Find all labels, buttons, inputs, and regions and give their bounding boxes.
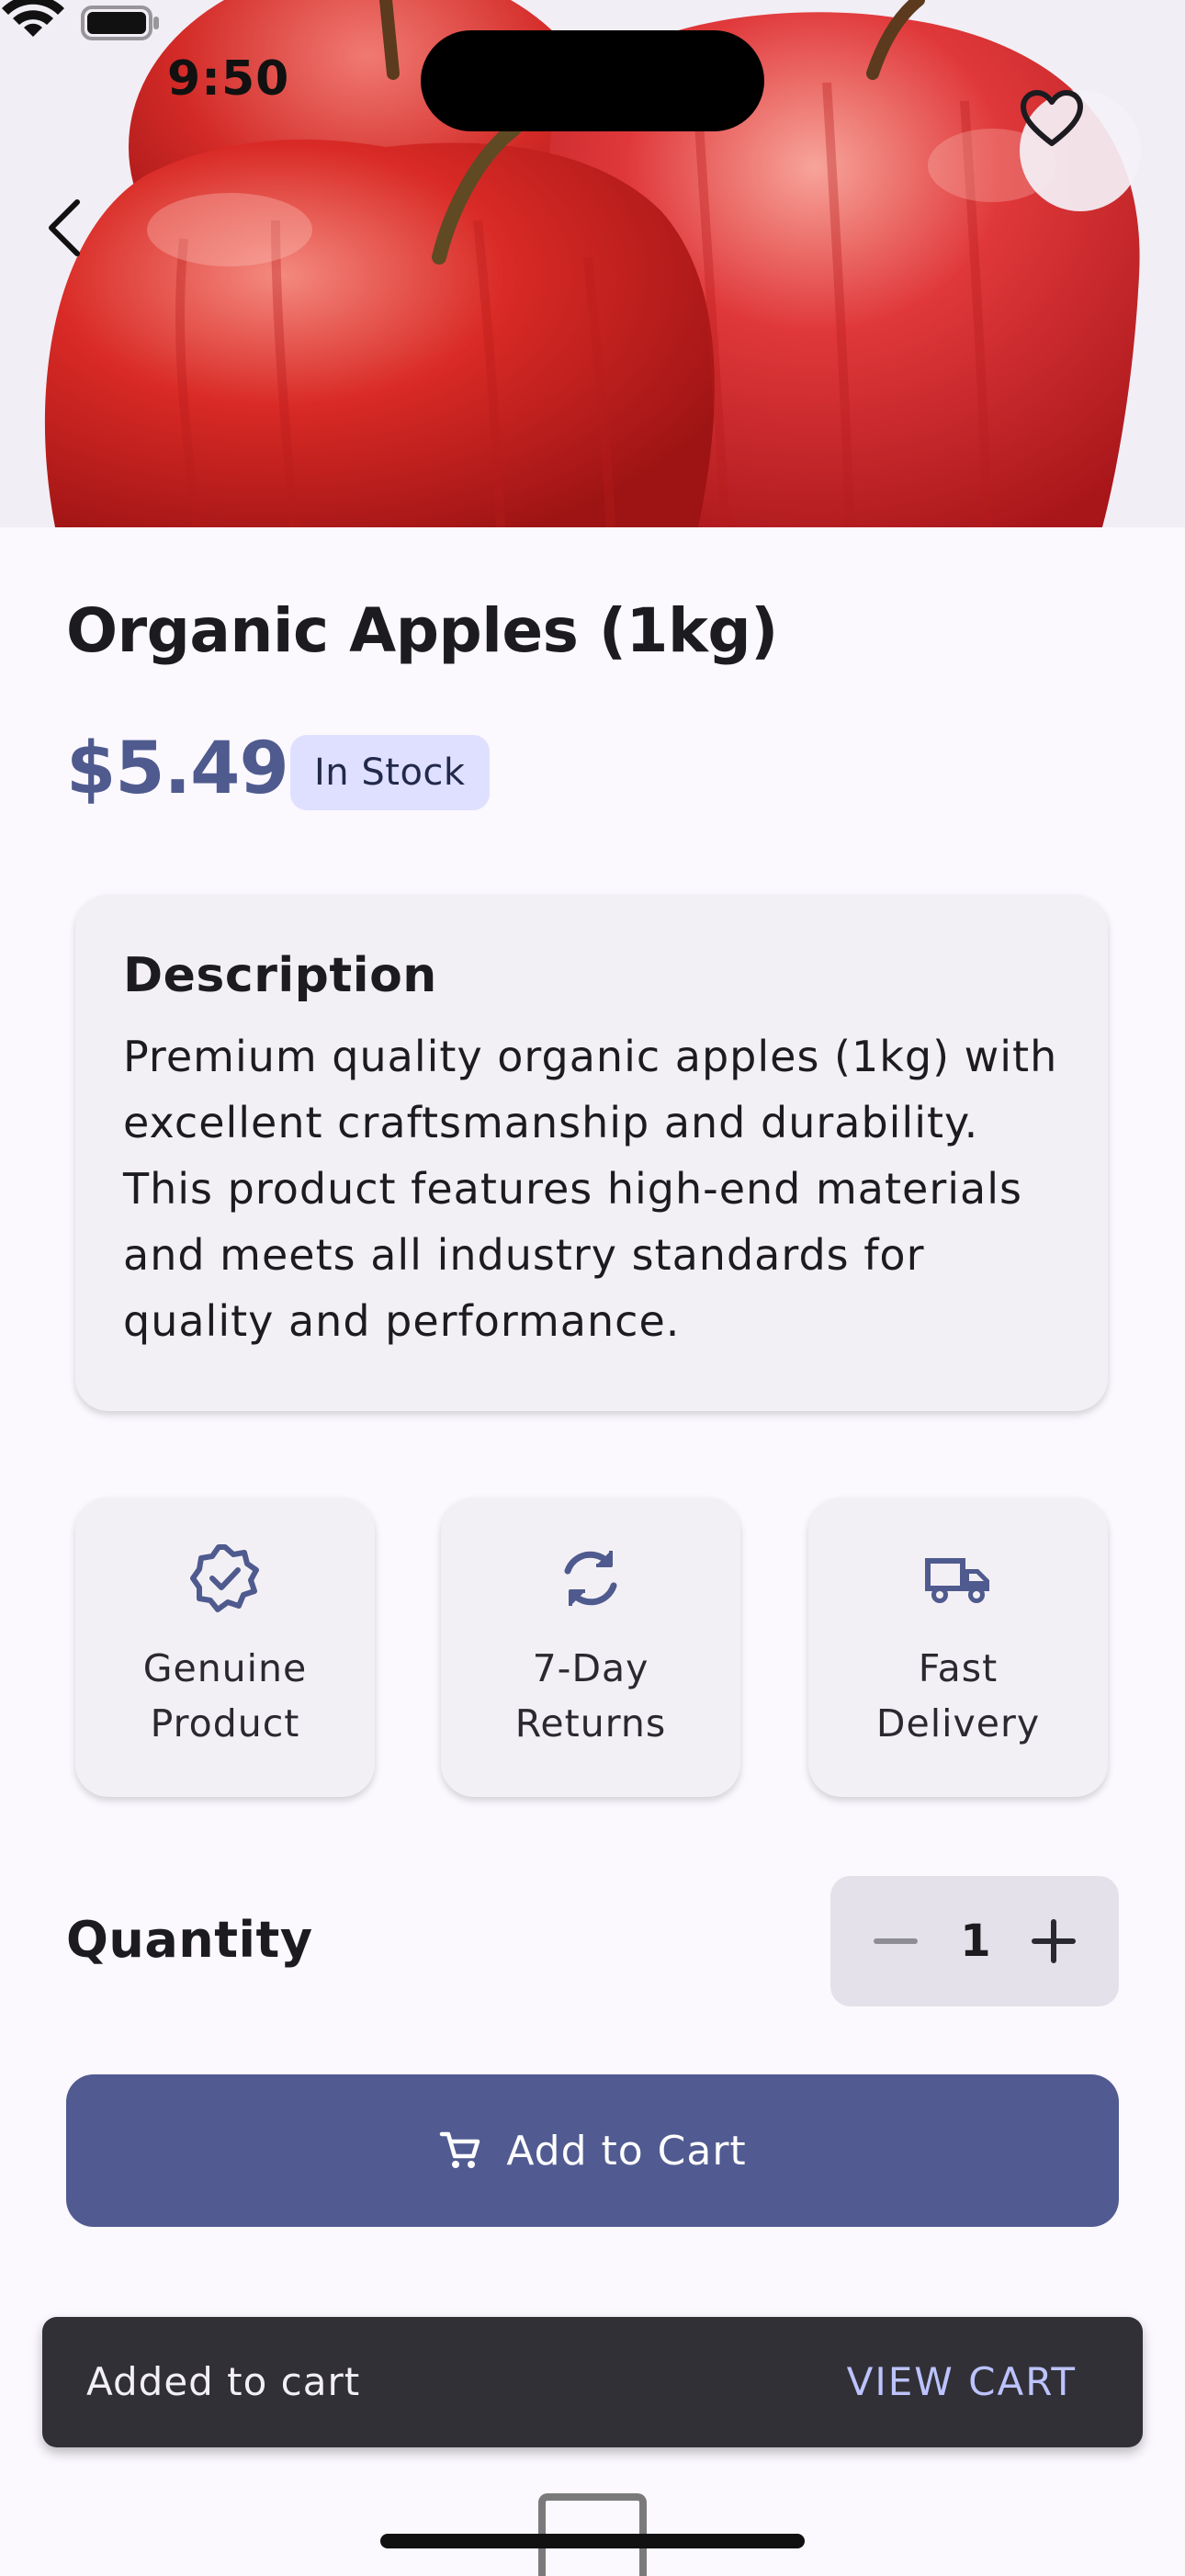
heart-outline-icon (1021, 90, 1083, 146)
snackbar: Added to cart VIEW CART (42, 2317, 1143, 2447)
feature-label: 7-Day Returns (514, 1646, 667, 1746)
truck-icon (925, 1558, 989, 1603)
wifi-icon (2, 0, 64, 37)
battery-icon (81, 6, 159, 40)
description-card: Description Premium quality organic appl… (75, 895, 1108, 1411)
stock-badge: In Stock (290, 735, 490, 810)
verified-badge-icon (190, 1544, 259, 1612)
quantity-value: 1 (960, 1915, 991, 1967)
cart-icon (440, 2131, 480, 2168)
favorite-button[interactable] (1020, 90, 1141, 211)
feature-label: Fast Delivery (875, 1646, 1041, 1746)
feature-returns: 7-Day Returns (441, 1497, 740, 1797)
quantity-stepper: 1 (830, 1876, 1119, 2006)
view-cart-button[interactable]: VIEW CART (847, 2317, 1077, 2447)
quantity-label: Quantity (66, 1911, 313, 1969)
feature-label: Genuine Product (142, 1646, 308, 1746)
feature-genuine-product: Genuine Product (75, 1497, 375, 1797)
sync-icon (564, 1551, 617, 1606)
dynamic-island (421, 30, 764, 131)
chevron-left-icon (49, 199, 80, 256)
product-hero-image: 9:50 (0, 0, 1185, 527)
status-icons (2, 0, 159, 40)
product-price: $5.49 (66, 728, 289, 810)
description-heading: Description (123, 948, 437, 1003)
add-to-cart-label: Add to Cart (506, 2127, 747, 2175)
decrement-button[interactable] (863, 1909, 928, 1973)
feature-fast-delivery: Fast Delivery (808, 1497, 1108, 1797)
description-body: Premium quality organic apples (1kg) wit… (123, 1032, 1058, 1346)
increment-button[interactable] (1021, 1909, 1086, 1973)
home-indicator[interactable] (380, 2534, 805, 2548)
add-to-cart-button[interactable]: Add to Cart (66, 2074, 1119, 2227)
product-title: Organic Apples (1kg) (66, 595, 778, 666)
status-time: 9:50 (167, 51, 290, 107)
back-button[interactable] (46, 198, 112, 277)
snackbar-message: Added to cart (86, 2359, 361, 2404)
